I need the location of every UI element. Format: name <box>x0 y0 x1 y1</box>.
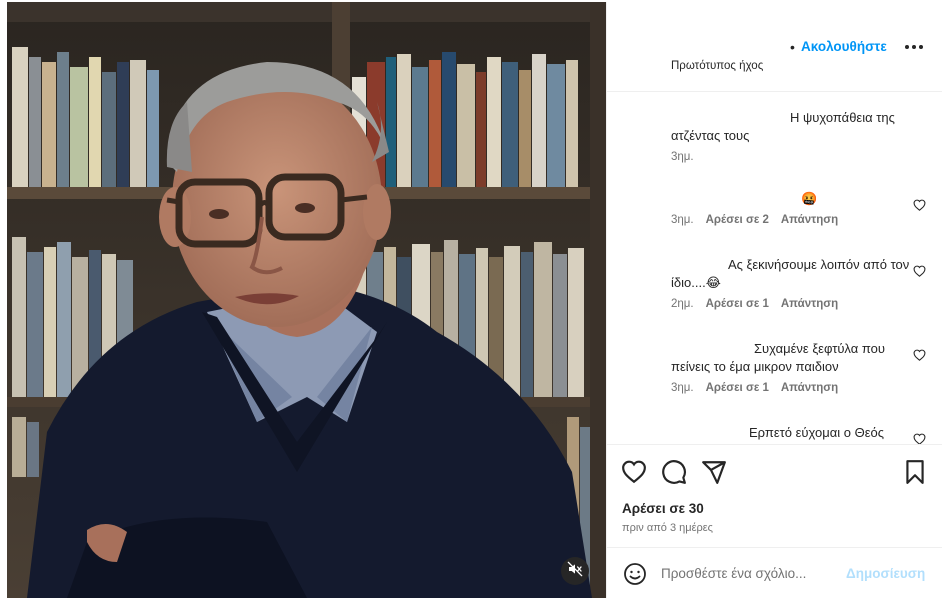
video-frame <box>7 2 606 598</box>
post-actions: Αρέσει σε 30 πριν από 3 ημέρες <box>607 444 942 545</box>
comment-item: Ερπετό εύχομαι ο Θεός <box>671 424 911 442</box>
original-audio-link[interactable]: Πρωτότυπος ήχος <box>671 60 763 72</box>
post-comment-button[interactable]: Δημοσίευση <box>846 566 925 581</box>
likes-count[interactable]: Αρέσει σε 30 <box>622 501 704 516</box>
reply-button[interactable]: Απάντηση <box>781 214 838 226</box>
more-icon <box>905 36 923 54</box>
comment-like-heart-icon[interactable] <box>913 199 926 211</box>
comment-text: Ας ξεκινήσουμε λοιπόν από τον ίδιο....😂 <box>671 257 910 290</box>
follow-button[interactable]: Ακολουθήστε <box>801 39 887 54</box>
speaker-muted-icon <box>567 561 583 582</box>
heart-icon[interactable] <box>621 459 647 485</box>
reply-button[interactable]: Απάντηση <box>781 382 838 394</box>
comment-like-heart-icon[interactable] <box>913 433 926 444</box>
comment-text: Η ψυχοπάθεια της ατζέντας τους <box>671 110 895 143</box>
post-header: • Ακολουθήστε Πρωτότυπος ήχος <box>607 2 942 92</box>
comment-meta: 3ημ. Αρέσει σε 1 Απάντηση <box>671 382 911 394</box>
more-options-button[interactable] <box>903 35 925 55</box>
comment-time[interactable]: 3ημ. <box>671 382 694 394</box>
bookmark-icon[interactable] <box>902 459 928 485</box>
comment-icon[interactable] <box>661 459 687 485</box>
separator-dot: • <box>790 39 795 55</box>
comment-time[interactable]: 3ημ. <box>671 214 694 226</box>
comment-text: Συχαμένε ξεφτύλα που πείνεις το έμα μικρ… <box>671 341 885 374</box>
comment-likes-button[interactable]: Αρέσει σε 1 <box>706 382 769 394</box>
comment-item: Ας ξεκινήσουμε λοιπόν από τον ίδιο....😂 … <box>671 256 911 310</box>
comment-text: Ερπετό εύχομαι ο Θεός <box>749 425 884 440</box>
comment-meta: 3ημ. Αρέσει σε 2 Απάντηση <box>671 214 911 226</box>
comment-likes-button[interactable]: Αρέσει σε 1 <box>706 298 769 310</box>
comment-meta: 2ημ. Αρέσει σε 1 Απάντηση <box>671 298 911 310</box>
post-panel: • Ακολουθήστε Πρωτότυπος ήχος Η ψυχοπάθε… <box>606 2 942 598</box>
comment-text: 🤬 <box>801 191 818 206</box>
share-icon[interactable] <box>701 459 727 485</box>
comment-item: 🤬 3ημ. Αρέσει σε 2 Απάντηση <box>671 190 911 226</box>
reply-button[interactable]: Απάντηση <box>781 298 838 310</box>
comment-input[interactable] <box>661 561 841 585</box>
comment-like-heart-icon[interactable] <box>913 349 926 361</box>
comment-item: Η ψυχοπάθεια της ατζέντας τους 3ημ. <box>671 109 911 163</box>
post-timestamp: πριν από 3 ημέρες <box>622 522 713 534</box>
comment-composer: Δημοσίευση <box>607 547 942 599</box>
comment-time[interactable]: 2ημ. <box>671 298 694 310</box>
comment-item: Συχαμένε ξεφτύλα που πείνεις το έμα μικρ… <box>671 340 911 394</box>
comment-time[interactable]: 3ημ. <box>671 151 694 163</box>
mute-toggle-button[interactable] <box>561 557 589 585</box>
comment-like-heart-icon[interactable] <box>913 265 926 277</box>
comment-meta: 3ημ. <box>671 151 911 163</box>
emoji-icon[interactable] <box>623 562 647 586</box>
comments-list[interactable]: Η ψυχοπάθεια της ατζέντας τους 3ημ. 🤬 3η… <box>607 92 942 444</box>
comment-likes-button[interactable]: Αρέσει σε 2 <box>706 214 769 226</box>
video-player[interactable] <box>7 2 606 598</box>
